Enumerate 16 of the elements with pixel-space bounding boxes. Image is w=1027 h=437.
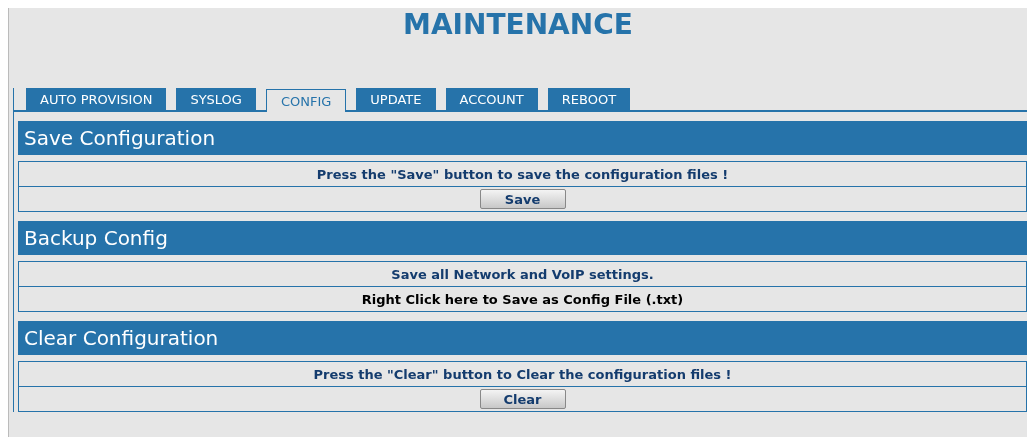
tab[interactable]: AUTO PROVISION (26, 88, 167, 110)
tab[interactable]: SYSLOG (176, 88, 256, 110)
instruction-text: Save all Network and VoIP settings. (391, 266, 654, 282)
action-button[interactable]: Save (479, 189, 566, 209)
tab[interactable]: UPDATE (356, 88, 436, 110)
section-header: Clear Configuration (18, 321, 1027, 355)
action-button[interactable]: Clear (479, 389, 566, 409)
tab[interactable]: REBOOT (547, 88, 631, 110)
section-header: Save Configuration (18, 121, 1027, 155)
page-title: MAINTENANCE (402, 8, 634, 43)
section-header: Backup Config (18, 221, 1027, 255)
instruction-text: Press the "Clear" button to Clear the configuration files ! (313, 366, 732, 382)
download-link[interactable]: Right Click here to Save as Config File (.txt) (361, 291, 684, 307)
tab[interactable]: CONFIG (265, 89, 347, 112)
tab[interactable]: ACCOUNT (445, 88, 538, 110)
instruction-text: Press the "Save" button to save the configuration files ! (316, 166, 729, 182)
